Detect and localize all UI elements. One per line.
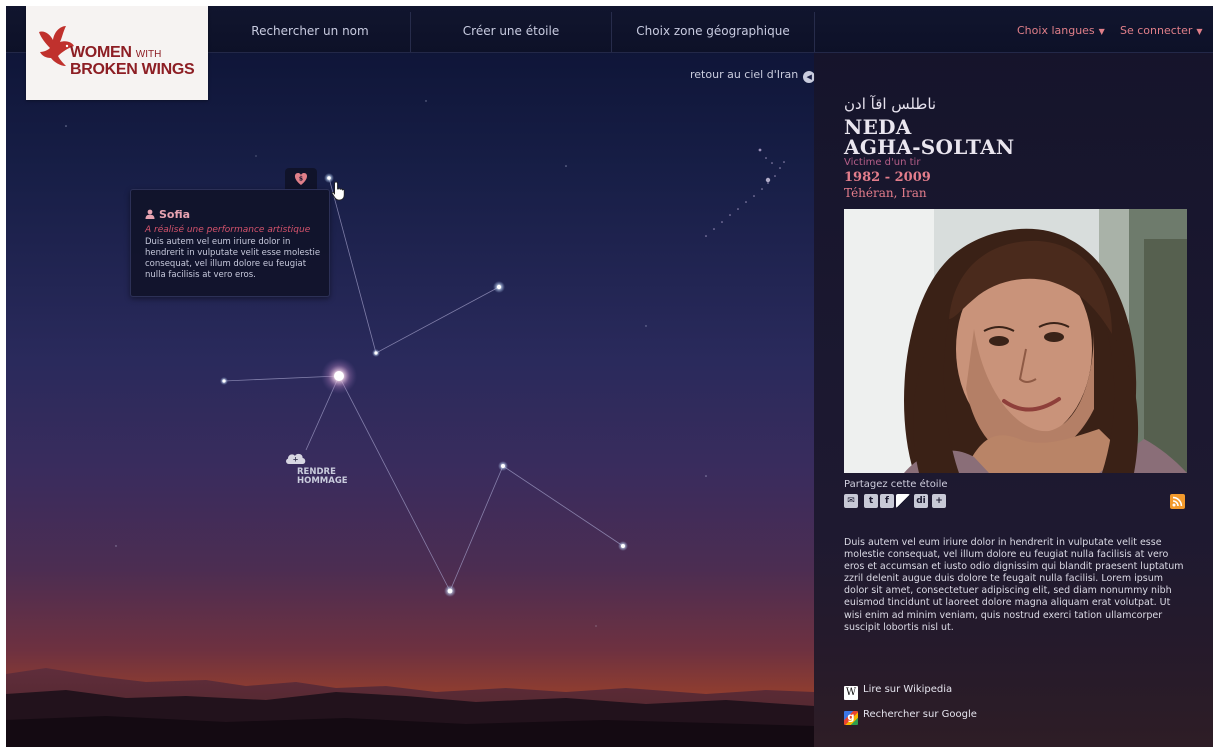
logo-text-line1: WOMEN WITH (70, 44, 161, 62)
shooting-trail (705, 148, 785, 237)
background-stars (65, 100, 707, 627)
chevron-down-icon: ▼ (1196, 27, 1203, 36)
nav-create-star[interactable]: Créer une étoile (411, 6, 611, 53)
tooltip-subtitle: A réalisé une performance artistique (145, 225, 311, 235)
nav-separator (814, 12, 815, 52)
twitter-icon[interactable]: t (864, 494, 878, 508)
delicious-icon[interactable] (896, 494, 910, 508)
heart-dollar-icon: $ (294, 173, 308, 185)
facebook-icon[interactable]: f (880, 494, 894, 508)
tooltip-tab: $ (285, 168, 317, 190)
portrait-image (844, 209, 1187, 473)
email-icon[interactable]: ✉ (844, 494, 858, 508)
pay-tribute-line2: HOMMAGE (297, 476, 348, 486)
arabic-name: ناطلس اقآ ادن (844, 95, 937, 113)
digg-icon[interactable]: di (914, 494, 928, 508)
addthis-icon[interactable]: + (932, 494, 946, 508)
chevron-down-icon: ▼ (1098, 27, 1105, 36)
victim-biography: Duis autem vel eum iriure dolor in hendr… (844, 537, 1184, 633)
language-dropdown-label: Choix langues (1017, 24, 1095, 37)
hand-cursor-icon (331, 181, 345, 201)
last-name: AGHA-SOLTAN (844, 135, 1015, 159)
wikipedia-icon: W (844, 686, 858, 700)
victim-portrait (844, 209, 1187, 473)
tooltip-author[interactable]: Sofia (145, 208, 190, 221)
back-to-iran-sky-link[interactable]: retour au ciel d'Iran ◀ (690, 68, 816, 83)
language-dropdown[interactable]: Choix langues ▼ (1017, 6, 1105, 53)
pay-tribute-button[interactable]: RENDRE HOMMAGE (297, 468, 357, 486)
back-link-label: retour au ciel d'Iran (690, 68, 799, 81)
place-of-death: Téhéran, Iran (844, 186, 927, 200)
cause-of-death: Victime d'un tir (844, 157, 921, 168)
mountain-silhouette (6, 668, 814, 747)
share-label: Partagez cette étoile (844, 479, 948, 490)
google-icon: g (844, 711, 858, 725)
login-dropdown-label: Se connecter (1120, 24, 1193, 37)
rss-icon[interactable] (1170, 494, 1185, 509)
person-icon (145, 209, 155, 219)
google-search-link[interactable]: g Rechercher sur Google (844, 709, 977, 725)
rss-glyph (1172, 496, 1183, 507)
wikipedia-link-label: Lire sur Wikipedia (863, 684, 953, 695)
svg-text:$: $ (299, 176, 303, 183)
tooltip-body: Duis autem vel eum iriure dolor in hendr… (145, 237, 321, 280)
logo-women: WOMEN (70, 44, 132, 61)
cloud-plus-icon[interactable]: + (284, 448, 308, 468)
first-name: NEDA (844, 115, 912, 139)
login-dropdown[interactable]: Se connecter ▼ (1120, 6, 1203, 53)
nav-choose-region[interactable]: Choix zone géographique (612, 6, 814, 53)
logo-with: WITH (135, 49, 162, 60)
page-frame: retour au ciel d'Iran ◀ $ Sofia A réalisé… (6, 6, 1213, 747)
logo-text-line2: BROKEN WINGS (70, 61, 195, 78)
site-logo[interactable]: WOMEN WITH BROKEN WINGS (26, 6, 208, 100)
wikipedia-link[interactable]: W Lire sur Wikipedia (844, 684, 952, 700)
victim-profile-panel: ناطلس اقآ ادن NEDA AGHA-SOLTAN Victime d… (814, 53, 1213, 747)
google-link-label: Rechercher sur Google (863, 709, 977, 720)
svg-text:+: + (293, 456, 299, 464)
tooltip-author-name: Sofia (159, 208, 191, 221)
tribute-tooltip: Sofia A réalisé une performance artistiq… (130, 189, 330, 297)
nav-search-name[interactable]: Rechercher un nom (210, 6, 410, 53)
life-years: 1982 - 2009 (844, 170, 931, 185)
